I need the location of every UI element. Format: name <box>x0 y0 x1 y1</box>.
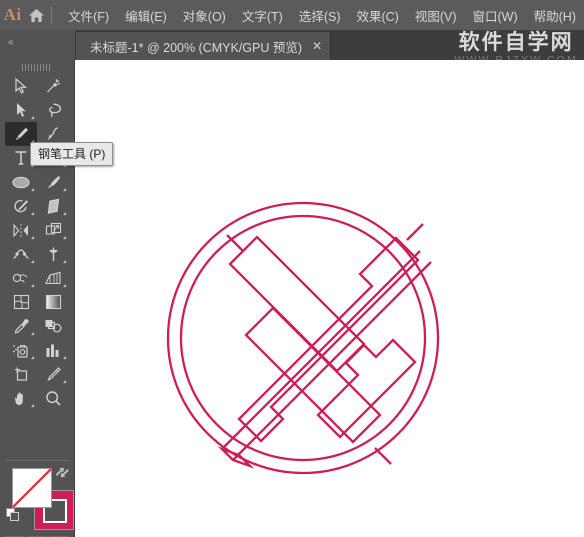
lower-right-bar <box>244 306 382 444</box>
magic-wand-tool[interactable] <box>37 74 69 98</box>
menu-object[interactable]: 对象(O) <box>175 3 234 28</box>
slice-tool[interactable] <box>37 362 69 386</box>
selection-tool[interactable] <box>5 74 37 98</box>
tool-tooltip: 钢笔工具 (P) <box>30 142 114 166</box>
paintbrush-tool[interactable] <box>37 170 69 194</box>
color-area-divider <box>5 460 69 461</box>
symbol-sprayer-tool[interactable] <box>5 338 37 362</box>
illustrator-window: Ai 文件(F) 编辑(E) 对象(O) 文字(T) 选择(S) 效果(C) 视… <box>0 0 584 537</box>
menu-view[interactable]: 视图(V) <box>407 3 465 28</box>
menu-type[interactable]: 文字(T) <box>234 3 291 28</box>
tab-bar-left-filler: « <box>0 30 75 60</box>
eraser-tool[interactable] <box>37 194 69 218</box>
direct-selection-tool[interactable] <box>5 98 37 122</box>
document-tab[interactable]: 未标题-1* @ 200% (CMYK/GPU 预览) ✕ <box>76 32 332 60</box>
tool-flyout-indicator <box>31 116 34 119</box>
free-transform-tool[interactable] <box>37 242 69 266</box>
zoom-tool[interactable] <box>37 386 69 410</box>
tool-flyout-indicator <box>63 212 66 215</box>
fill-swatch[interactable] <box>12 468 52 508</box>
tools-panel <box>0 60 75 537</box>
tool-grid <box>5 74 69 410</box>
tool-flyout-indicator <box>31 212 34 215</box>
rotate-tool[interactable] <box>5 218 37 242</box>
menu-window[interactable]: 窗口(W) <box>465 3 526 28</box>
none-slash-icon <box>12 468 52 508</box>
menu-select[interactable]: 选择(S) <box>291 3 349 28</box>
color-controls <box>0 460 75 537</box>
document-tab-title: 未标题-1* @ 200% (CMYK/GPU 预览) <box>90 40 303 55</box>
ai-app-logo: Ai <box>3 5 22 24</box>
tool-flyout-indicator <box>31 332 34 335</box>
collapse-panel-button[interactable]: « <box>8 38 13 48</box>
menu-edit[interactable]: 编辑(E) <box>117 3 175 28</box>
tool-flyout-indicator <box>31 284 34 287</box>
default-fill-stroke-icon[interactable] <box>6 508 20 522</box>
shape-builder-tool[interactable] <box>5 266 37 290</box>
menu-separator <box>51 6 53 24</box>
gradient-tool[interactable] <box>37 290 69 314</box>
shaper-tool[interactable] <box>5 194 37 218</box>
panel-grabber[interactable] <box>22 64 52 71</box>
menu-file[interactable]: 文件(F) <box>60 3 117 28</box>
tool-flyout-indicator <box>31 236 34 239</box>
tool-flyout-indicator <box>63 236 66 239</box>
swap-fill-stroke-icon[interactable] <box>55 466 71 483</box>
tool-flyout-indicator <box>63 356 66 359</box>
home-icon[interactable] <box>25 8 47 23</box>
artboard-tool[interactable] <box>5 362 37 386</box>
tool-flyout-indicator <box>63 188 66 191</box>
upper-left-bar <box>228 235 366 373</box>
tool-flyout-indicator <box>31 188 34 191</box>
tool-flyout-indicator <box>31 260 34 263</box>
upper-right-tick <box>406 223 424 241</box>
tool-flyout-indicator <box>63 260 66 263</box>
eyedropper-tool[interactable] <box>5 314 37 338</box>
menu-items: 文件(F) 编辑(E) 对象(O) 文字(T) 选择(S) 效果(C) 视图(V… <box>60 3 584 28</box>
blend-tool[interactable] <box>37 314 69 338</box>
ellipse-tool[interactable] <box>5 170 37 194</box>
close-icon[interactable]: ✕ <box>312 39 322 53</box>
menu-bar: Ai 文件(F) 编辑(E) 对象(O) 文字(T) 选择(S) 效果(C) 视… <box>0 0 584 30</box>
lasso-tool[interactable] <box>37 98 69 122</box>
tool-flyout-indicator <box>31 356 34 359</box>
artboard-canvas[interactable] <box>75 60 584 537</box>
document-tab-bar: « 未标题-1* @ 200% (CMYK/GPU 预览) ✕ <box>0 30 584 60</box>
scale-tool[interactable] <box>37 218 69 242</box>
tool-flyout-indicator <box>63 380 66 383</box>
lower-right-tick <box>374 447 392 465</box>
width-tool[interactable] <box>5 242 37 266</box>
circular-emblem-logo[interactable] <box>75 60 584 537</box>
column-graph-tool[interactable] <box>37 338 69 362</box>
menu-help[interactable]: 帮助(H) <box>526 3 584 28</box>
tool-flyout-indicator <box>63 284 66 287</box>
perspective-grid-tool[interactable] <box>37 266 69 290</box>
central-step-band <box>237 236 420 443</box>
hand-tool[interactable] <box>5 386 37 410</box>
tool-flyout-indicator <box>31 404 34 407</box>
menu-effect[interactable]: 效果(C) <box>348 3 406 28</box>
mesh-tool[interactable] <box>5 290 37 314</box>
